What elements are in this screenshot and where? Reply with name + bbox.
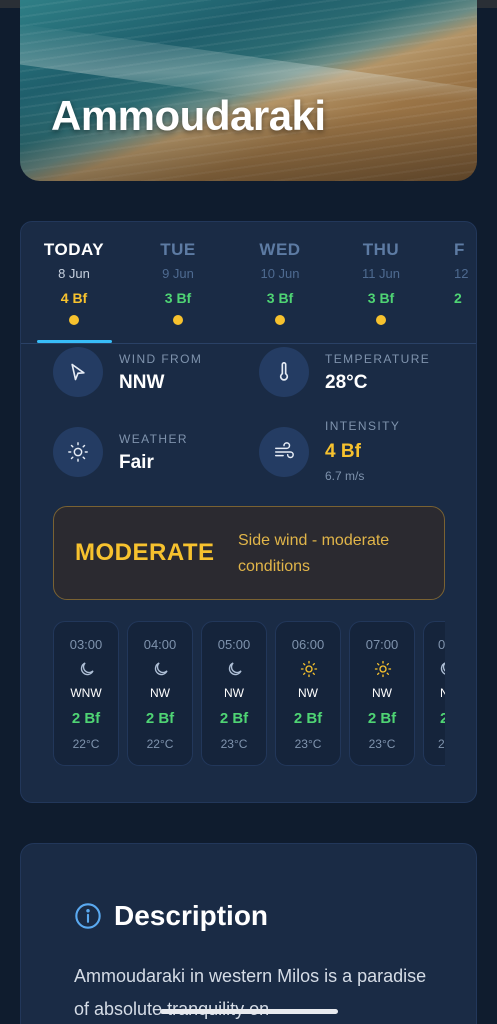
condition-badge: MODERATE Side wind - moderate conditions: [53, 506, 445, 600]
hour-direction: NW: [150, 686, 170, 700]
day-bf: 2: [454, 290, 462, 306]
hour-direction: N: [440, 686, 445, 700]
hour-temp: 22°C: [146, 737, 174, 751]
hour-temp: 23°C: [368, 737, 396, 751]
metric-label: WEATHER: [119, 432, 188, 446]
metric-value: Fair: [119, 452, 154, 473]
metric-sub: 6.7 m/s: [325, 469, 365, 483]
moon-icon: [228, 662, 242, 676]
day-name: F: [454, 240, 465, 259]
rating-dot: [376, 315, 386, 325]
tab-fri[interactable]: F 12 2: [454, 240, 476, 306]
hour-card[interactable]: 07:00 NW 2 Bf 23°C: [349, 621, 415, 766]
rating-dot: [173, 315, 183, 325]
info-icon: [75, 903, 101, 929]
moon-icon: [154, 662, 168, 676]
sun-icon: [374, 660, 392, 678]
day-date: 8 Jun: [58, 266, 90, 281]
description-title: Description: [114, 900, 269, 931]
rating-dot: [275, 315, 285, 325]
hourly-forecast-strip[interactable]: 03:00 WNW 2 Bf 22°C 04:00 NW 2 Bf 22°C 0…: [53, 621, 445, 767]
day-name: TODAY: [43, 240, 105, 259]
description-card: Description Ammoudaraki in western Milos…: [20, 843, 477, 1024]
hour-card[interactable]: 03:00 WNW 2 Bf 22°C: [53, 621, 119, 766]
hour-direction: NW: [298, 686, 318, 700]
day-bf: 4 Bf: [60, 290, 88, 306]
day-bf: 3 Bf: [266, 290, 294, 306]
location-hero-image: Ammoudaraki: [20, 0, 477, 181]
hour-bf: 2 Bf: [367, 710, 397, 727]
hour-bf: 2 Bf: [293, 710, 323, 727]
moon-icon: [440, 662, 445, 675]
tab-today[interactable]: TODAY 8 Jun 4 Bf: [23, 240, 125, 325]
day-date: 12: [454, 266, 469, 281]
moon-icon: [80, 662, 94, 676]
hour-time: 03:00: [69, 637, 103, 652]
metric-value: 4 Bf: [325, 441, 361, 462]
hour-time: 05:00: [217, 637, 251, 652]
description-heading: Description: [74, 900, 268, 932]
description-text: Ammoudaraki in western Milos is a paradi…: [74, 966, 427, 1019]
hour-temp: 2: [438, 737, 445, 751]
hour-temp: 22°C: [72, 737, 100, 751]
navigation-arrow-icon: [53, 347, 103, 397]
hour-bf: 2 Bf: [219, 710, 249, 727]
day-name: WED: [259, 240, 301, 259]
hour-bf: 2 Bf: [71, 710, 101, 727]
tab-wed[interactable]: WED 10 Jun 3 Bf: [229, 240, 331, 325]
condition-description: Side wind - moderate conditions: [238, 532, 390, 575]
tab-thu[interactable]: THU 11 Jun 3 Bf: [330, 240, 432, 325]
metric-value: 28°C: [325, 372, 368, 393]
hour-card[interactable]: 0 N 2 2: [423, 621, 445, 766]
day-date: 11 Jun: [361, 266, 401, 281]
day-name: TUE: [160, 240, 196, 259]
hour-direction: WNW: [70, 686, 102, 700]
metric-label: TEMPERATURE: [325, 352, 431, 366]
home-indicator[interactable]: [160, 1009, 338, 1014]
condition-level: MODERATE: [75, 539, 215, 566]
forecast-card: TODAY 8 Jun 4 Bf TUE 9 Jun 3 Bf WED 10 J…: [20, 221, 477, 803]
hour-card[interactable]: 06:00 NW 2 Bf 23°C: [275, 621, 341, 766]
metric-label: INTENSITY: [325, 419, 401, 433]
hour-temp: 23°C: [220, 737, 248, 751]
hour-time: 04:00: [143, 637, 177, 652]
hour-time: 07:00: [365, 637, 399, 652]
day-bf: 3 Bf: [367, 290, 395, 306]
day-name: THU: [362, 240, 400, 259]
location-title: Ammoudaraki: [51, 92, 326, 139]
hour-time: 0: [438, 637, 445, 652]
thermometer-icon: [259, 347, 309, 397]
active-tab-indicator: [37, 340, 112, 343]
wind-icon: [259, 427, 309, 477]
hour-card[interactable]: 04:00 NW 2 Bf 22°C: [127, 621, 193, 766]
hour-temp: 23°C: [294, 737, 322, 751]
sun-icon: [300, 660, 318, 678]
hour-direction: NW: [224, 686, 244, 700]
rating-dot: [69, 315, 79, 325]
hour-card[interactable]: 05:00 NW 2 Bf 23°C: [201, 621, 267, 766]
tab-tue[interactable]: TUE 9 Jun 3 Bf: [127, 240, 229, 325]
hour-bf: 2 Bf: [145, 710, 175, 727]
hour-direction: NW: [372, 686, 392, 700]
day-date: 10 Jun: [260, 266, 300, 281]
metric-label: WIND FROM: [119, 352, 203, 366]
day-date: 9 Jun: [162, 266, 194, 281]
day-bf: 3 Bf: [164, 290, 192, 306]
hour-time: 06:00: [291, 637, 325, 652]
sun-icon: [53, 427, 103, 477]
day-tabs: TODAY 8 Jun 4 Bf TUE 9 Jun 3 Bf WED 10 J…: [21, 222, 476, 344]
hour-bf: 2: [440, 710, 445, 727]
metric-value: NNW: [119, 372, 165, 393]
